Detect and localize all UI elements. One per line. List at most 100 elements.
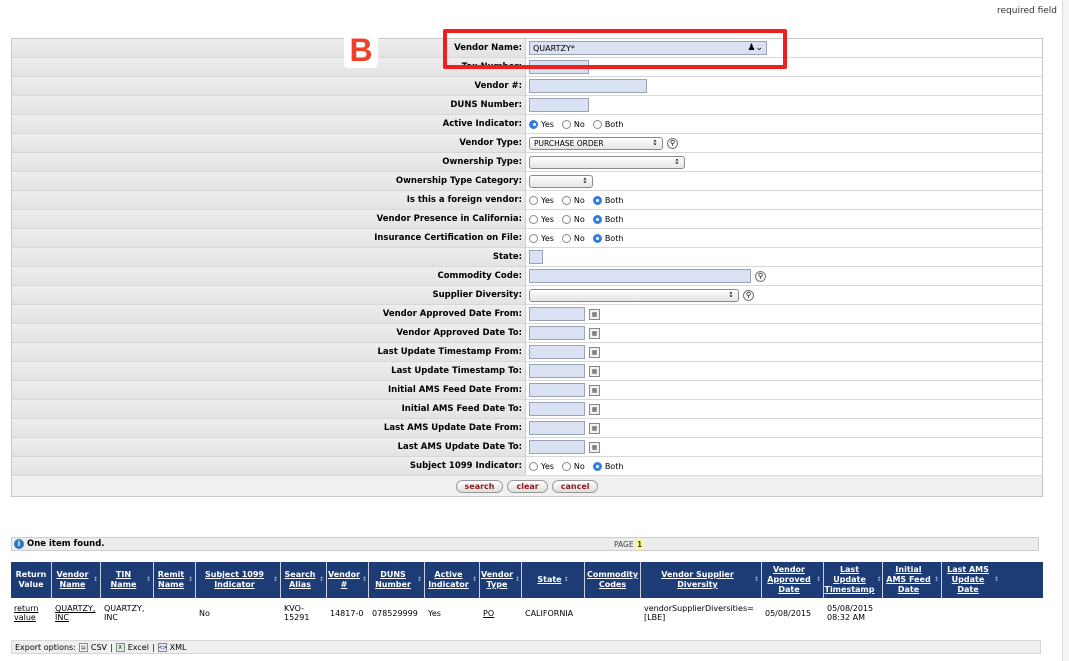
label-insurance: Insurance Certification on File: [12,229,526,247]
row-iams-to: Initial AMS Feed Date To: ▦ [12,400,1042,419]
duns-input[interactable] [529,98,589,112]
export-csv-link[interactable]: CSV [91,643,107,652]
s1099-yes-radio[interactable] [529,461,538,471]
approved-from-input[interactable] [529,307,585,321]
col-search-alias[interactable]: Search Alias ↕ [281,562,327,598]
label-lu-to: Last Update Timestamp To: [12,362,526,380]
vendor-name-link[interactable]: QUARTZY, INC [52,598,101,628]
export-options-bar: Export options: ▤ CSV | X Excel | <> XML [11,640,1041,654]
export-excel-link[interactable]: Excel [128,643,149,652]
col-commodity[interactable]: Commodity Codes [585,562,641,598]
calendar-icon[interactable]: ▦ [589,403,600,415]
presence-yes-radio[interactable] [529,214,538,224]
label-vendor-num: Vendor #: [12,77,526,95]
vendor-type-select[interactable]: PURCHASE ORDER ↕ [529,136,663,150]
col-duns[interactable]: DUNS Number ↕ [369,562,425,598]
sort-icon: ↕ [416,576,422,583]
s1099-both-radio[interactable] [592,461,602,471]
return-value-link[interactable]: return value [11,598,52,628]
col-vendor-num[interactable]: Vendor # ↕ [327,562,369,598]
lams-to-input[interactable] [529,440,585,454]
sort-icon: ↕ [145,576,151,583]
calendar-icon[interactable]: ▦ [589,346,600,358]
col-vendor-type[interactable]: Vendor Type ↕ [480,562,522,598]
lu-to-input[interactable] [529,364,585,378]
foreign-yes-radio[interactable] [529,195,538,205]
select-arrow-icon: ↕ [652,139,658,147]
iams-to-input[interactable] [529,402,585,416]
annotation-highlight-box [443,29,787,69]
insurance-no-radio[interactable] [561,233,571,243]
col-approved-date[interactable]: Vendor Approved Date ↕ [762,562,824,598]
lams-from-input[interactable] [529,421,585,435]
foreign-no-radio[interactable] [561,195,571,205]
calendar-icon[interactable]: ▦ [589,327,600,339]
active-both-radio[interactable] [592,119,602,129]
presence-both-radio[interactable] [592,214,602,224]
calendar-icon[interactable]: ▦ [589,365,600,377]
active-no-label: No [573,119,585,129]
clear-button[interactable]: clear [507,479,548,493]
row-vendor-type: Vendor Type: PURCHASE ORDER ↕ ⚲ [12,134,1042,153]
s1099-no-radio[interactable] [561,461,571,471]
calendar-icon[interactable]: ▦ [589,422,600,434]
state-input[interactable] [529,250,543,264]
col-active[interactable]: Active Indicator ↕ [425,562,480,598]
scrollbar[interactable] [1062,0,1069,661]
label-vendor-type: Vendor Type: [12,134,526,152]
sort-icon: ↕ [318,576,324,583]
sort-icon: ↕ [272,576,278,583]
export-xml-link[interactable]: XML [170,643,187,652]
cell-last-ams [942,598,1001,628]
label-lu-from: Last Update Timestamp From: [12,343,526,361]
cell-commodity [585,598,641,628]
insurance-yes-radio[interactable] [529,233,538,243]
row-lams-from: Last AMS Update Date From: ▦ [12,419,1042,438]
col-vendor-name[interactable]: Vendor Name ↕ [52,562,101,598]
presence-both-label: Both [604,214,624,224]
vendor-num-input[interactable] [529,79,647,93]
col-tin-name[interactable]: TIN Name ↕ [101,562,154,598]
cell-state: CALIFORNIA [525,608,574,618]
insurance-both-radio[interactable] [592,233,602,243]
approved-to-input[interactable] [529,326,585,340]
col-last-update[interactable]: Last Update Timestamp ↕ [824,562,883,598]
diversity-lookup-icon[interactable]: ⚲ [743,289,754,301]
active-yes-label: Yes [541,119,554,129]
label-iams-to: Initial AMS Feed Date To: [12,400,526,418]
col-initial-ams[interactable]: Initial AMS Feed Date ↕ [883,562,942,598]
cancel-button[interactable]: cancel [551,479,599,493]
calendar-icon[interactable]: ▦ [589,384,600,396]
col-diversity[interactable]: Vendor Supplier Diversity ↕ [641,562,762,598]
cell-vendor-num: 14817-0 [330,608,364,618]
label-lams-to: Last AMS Update Date To: [12,438,526,456]
search-button[interactable]: search [455,479,504,493]
lu-from-input[interactable] [529,345,585,359]
presence-no-radio[interactable] [561,214,571,224]
diversity-select[interactable]: ↕ [529,288,739,302]
row-lu-to: Last Update Timestamp To: ▦ [12,362,1042,381]
active-no-radio[interactable] [561,119,571,129]
cell-subject-1099: No [199,608,210,618]
label-diversity: Supplier Diversity: [12,286,526,304]
commodity-lookup-icon[interactable]: ⚲ [755,270,766,282]
calendar-icon[interactable]: ▦ [589,441,600,453]
ownership-type-select[interactable]: ↕ [529,155,685,169]
calendar-icon[interactable]: ▦ [589,308,600,320]
page-number[interactable]: 1 [635,539,644,549]
vendor-type-lookup-icon[interactable]: ⚲ [667,137,678,149]
vendor-type-link[interactable]: PO [480,598,522,628]
iams-from-input[interactable] [529,383,585,397]
row-active: Active Indicator: Yes No Both [12,115,1042,134]
col-remit-name[interactable]: Remit Name ↕ [154,562,196,598]
commodity-input[interactable] [529,269,751,283]
insurance-both-label: Both [604,233,624,243]
foreign-both-radio[interactable] [592,195,602,205]
col-last-ams[interactable]: Last AMS Update Date ↕ [942,562,1001,598]
s1099-yes-label: Yes [541,461,554,471]
col-subject-1099[interactable]: Subject 1099 Indicator ↕ [196,562,281,598]
col-state[interactable]: State ↕ [522,562,585,598]
active-yes-radio[interactable] [529,119,538,129]
form-buttons: search clear cancel [12,476,1042,496]
ownership-cat-select[interactable]: ↕ [529,174,593,188]
